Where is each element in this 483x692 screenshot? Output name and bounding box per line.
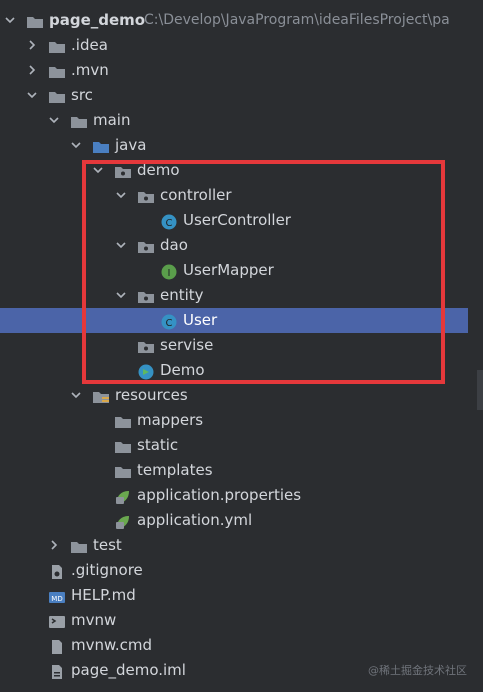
tree-row-java[interactable]: java [0,133,483,158]
package-icon [137,188,155,204]
tree-row-user-mapper[interactable]: UserMapper [0,258,483,283]
tree-row-test[interactable]: test [0,533,483,558]
tree-row-mvn[interactable]: .mvn [0,58,483,83]
folder-icon [70,113,88,129]
tree-row-dao[interactable]: dao [0,233,483,258]
tree-row-idea[interactable]: .idea [0,33,483,58]
chevron-down-icon[interactable] [114,233,128,258]
chevron-right-icon[interactable] [25,58,39,83]
dao-label: dao [160,236,188,254]
scrollbar-thumb[interactable] [477,370,483,410]
tree-row-entity[interactable]: entity [0,283,483,308]
tree-row-root[interactable]: page_demo C:\Develop\JavaProgram\ideaFil… [0,8,483,33]
resources-label: resources [115,386,188,404]
entity-label: entity [160,286,204,304]
main-label: main [93,111,131,129]
servise-label: servise [160,336,214,354]
app-properties-label: application.properties [137,486,302,504]
app-yml-label: application.yml [137,511,253,529]
mvnw-cmd-label: mvnw.cmd [71,636,153,654]
mappers-label: mappers [137,411,204,429]
tree-row-mvnw-cmd[interactable]: mvnw.cmd [0,633,483,658]
tree-row-resources[interactable]: resources [0,383,483,408]
tree-row-demo[interactable]: demo [0,158,483,183]
tree-row-app-yml[interactable]: application.yml [0,508,483,533]
package-icon [137,338,155,354]
user-label: User [183,311,218,329]
folder-icon [26,13,44,29]
package-icon [137,288,155,304]
mvnw-label: mvnw [71,611,117,629]
demo-label: demo [137,161,180,179]
chevron-down-icon[interactable] [69,383,83,408]
folder-icon [48,88,66,104]
folder-icon [70,538,88,554]
interface-icon [160,263,178,279]
chevron-down-icon[interactable] [91,158,105,183]
tree-row-mvnw[interactable]: mvnw [0,608,483,633]
vertical-scrollbar[interactable] [471,0,483,692]
root-label: page_demo [49,11,146,29]
chevron-right-icon[interactable] [47,533,61,558]
tree-row-templates[interactable]: templates [0,458,483,483]
class-icon [160,213,178,229]
tree-row-help[interactable]: HELP.md [0,583,483,608]
folder-icon [48,38,66,54]
controller-label: controller [160,186,232,204]
package-icon [137,238,155,254]
file-icon [48,638,66,654]
folder-icon [114,413,132,429]
user-controller-label: UserController [183,211,291,229]
chevron-down-icon[interactable] [47,108,61,133]
spring-config-icon [114,488,132,504]
tree-row-static[interactable]: static [0,433,483,458]
iml-label: page_demo.iml [71,661,186,679]
shell-script-icon [48,613,66,629]
spring-boot-app-icon [137,363,155,379]
markdown-file-icon [48,588,66,604]
user-mapper-label: UserMapper [183,261,274,279]
idea-label: .idea [71,36,108,54]
tree-row-servise[interactable]: servise [0,333,483,358]
folder-icon [114,438,132,454]
tree-row-src[interactable]: src [0,83,483,108]
static-label: static [137,436,179,454]
chevron-down-icon[interactable] [25,83,39,108]
source-folder-icon [92,138,110,154]
chevron-right-icon[interactable] [25,33,39,58]
project-tree: page_demo C:\Develop\JavaProgram\ideaFil… [0,8,483,683]
java-label: java [115,136,147,154]
help-label: HELP.md [71,586,136,604]
module-file-icon [48,663,66,679]
folder-icon [114,463,132,479]
tree-row-user-controller[interactable]: UserController [0,208,483,233]
gitignore-file-icon [48,563,66,579]
src-label: src [71,86,93,104]
tree-row-gitignore[interactable]: .gitignore [0,558,483,583]
templates-label: templates [137,461,213,479]
chevron-down-icon[interactable] [114,283,128,308]
chevron-down-icon[interactable] [3,8,17,33]
tree-row-main[interactable]: main [0,108,483,133]
root-path: C:\Develop\JavaProgram\ideaFilesProject\… [144,12,450,28]
tree-row-demo-app[interactable]: Demo [0,358,483,383]
spring-config-icon [114,513,132,529]
demo-app-label: Demo [160,361,205,379]
watermark: @稀土掘金技术社区 [368,664,467,677]
chevron-down-icon[interactable] [114,183,128,208]
resources-folder-icon [92,388,110,404]
class-icon [160,313,178,329]
tree-row-user[interactable]: User [0,308,468,333]
mvn-label: .mvn [71,61,109,79]
folder-icon [48,63,66,79]
gitignore-label: .gitignore [71,561,143,579]
tree-row-mappers[interactable]: mappers [0,408,483,433]
package-icon [114,163,132,179]
tree-row-app-properties[interactable]: application.properties [0,483,483,508]
chevron-down-icon[interactable] [69,133,83,158]
test-label: test [93,536,122,554]
tree-row-controller[interactable]: controller [0,183,483,208]
